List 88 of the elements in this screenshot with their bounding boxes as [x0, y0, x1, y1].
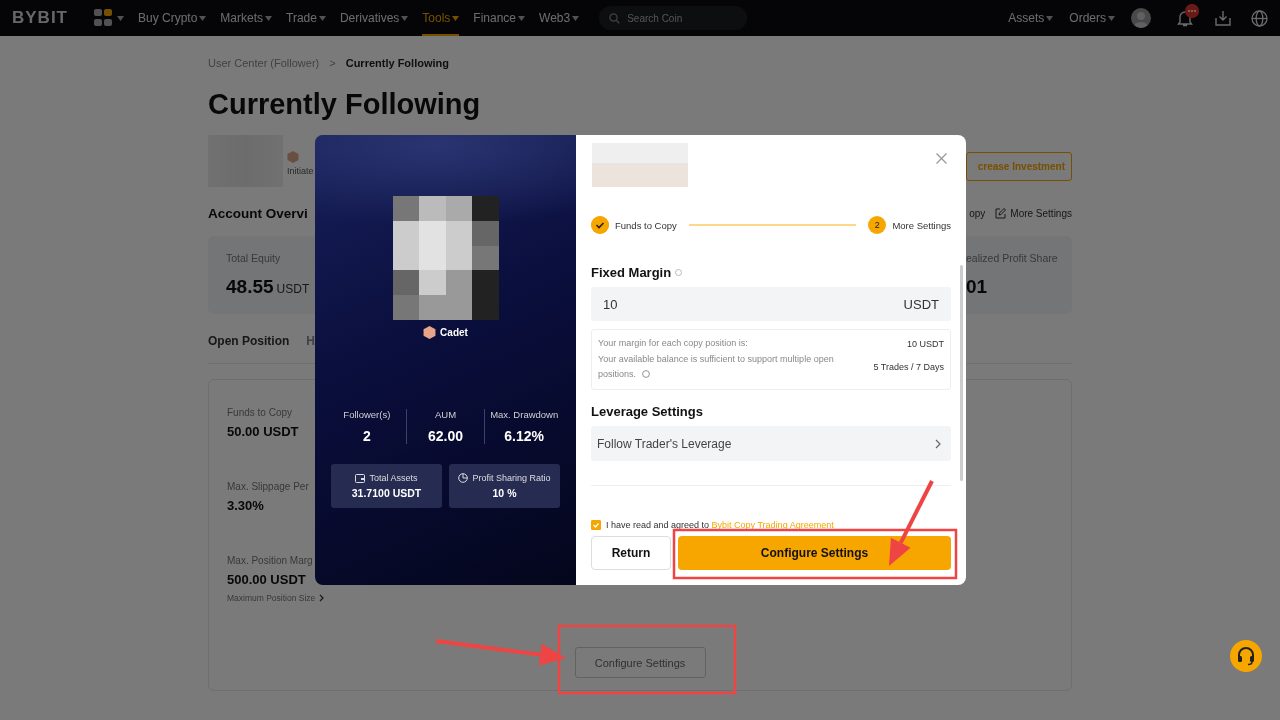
caret-icon	[117, 15, 124, 21]
tab[interactable]: H	[306, 334, 315, 350]
breadcrumb-separator: >	[329, 57, 336, 69]
notification-badge-icon	[1185, 3, 1199, 18]
caret-icon	[1108, 15, 1115, 21]
apps-grid-icon[interactable]	[94, 9, 114, 27]
rank-label: Initiate	[287, 166, 314, 176]
globe-icon[interactable]	[1251, 9, 1268, 27]
tile-value: 31.7100 USDT	[351, 487, 422, 499]
stat-label: Total Equity	[226, 252, 282, 264]
avatar-icon[interactable]	[1131, 8, 1151, 28]
logo: BYBIT	[12, 8, 68, 28]
caret-icon	[265, 15, 273, 21]
stat-value: 6.12%	[503, 428, 546, 444]
action-link[interactable]: More Settings	[995, 207, 1072, 219]
unit-label: USDT	[903, 297, 939, 312]
caret-icon	[401, 15, 409, 21]
step-label: More Settings	[892, 219, 951, 231]
caret-icon	[572, 15, 580, 21]
section-title: Account Overvi	[208, 205, 308, 221]
stat-value: 48.55	[226, 276, 274, 298]
stat-value: 01	[966, 276, 988, 298]
nav-menu-item[interactable]: Tools	[422, 0, 460, 36]
nav-menu-item[interactable]: Web3	[539, 0, 580, 36]
stat-label: Follower(s)	[342, 409, 392, 420]
stat-value: 2	[361, 428, 372, 444]
tab[interactable]: Open Position	[208, 334, 290, 350]
info-text: Your margin for each copy position is:	[598, 337, 749, 350]
nav-menu-item[interactable]: Finance	[473, 0, 526, 36]
position-size-link[interactable]: Maximum Position Size	[227, 593, 325, 603]
step-label: Funds to Copy	[615, 219, 677, 231]
info-value: 10 USDT	[907, 338, 944, 349]
checkbox[interactable]	[591, 520, 601, 530]
search-icon	[609, 12, 621, 24]
tile-label: Profit Sharing Ratio	[472, 473, 551, 483]
leverage-select[interactable]: Follow Trader's Leverage	[591, 426, 951, 461]
rank-badge-icon	[423, 326, 437, 339]
section-title: Leverage Settings	[591, 403, 703, 419]
nav-menu-item[interactable]: Assets	[1008, 0, 1054, 36]
field-value: 50.00 USDT	[227, 424, 299, 439]
stat-value: 62.00	[427, 428, 465, 444]
caret-icon	[199, 15, 207, 21]
section-title: Fixed Margin	[591, 264, 672, 280]
info-value: 5 Trades / 7 Days	[873, 362, 944, 372]
field-value: 3.30%	[227, 498, 265, 513]
action-link[interactable]: opy	[969, 207, 986, 219]
field-label: Max. Slippage Per	[227, 481, 309, 492]
close-icon[interactable]	[936, 153, 947, 164]
rank-label: Cadet	[440, 327, 468, 338]
chevron-right-icon	[319, 594, 325, 602]
stat-label: AUM	[433, 409, 458, 420]
wallet-icon	[355, 473, 366, 483]
tile-label: Total Assets	[369, 473, 418, 483]
configure-settings-button[interactable]: Configure Settings	[678, 536, 951, 570]
nav-menu-item[interactable]: Derivatives	[339, 0, 409, 36]
caret-icon	[518, 15, 526, 21]
agreement-link[interactable]: Bybit Copy Trading Agreement	[711, 520, 834, 530]
headset-icon[interactable]	[1230, 640, 1262, 672]
nav-menu-item[interactable]: Markets	[220, 0, 273, 36]
step-number: 2	[868, 216, 887, 234]
return-button[interactable]: Return	[591, 536, 671, 570]
nav-menu-item[interactable]: Orders	[1069, 0, 1115, 36]
search-field[interactable]: Search Coin	[599, 6, 748, 30]
help-icon	[641, 370, 650, 378]
nav-menu-item[interactable]: Trade	[286, 0, 326, 36]
download-icon[interactable]	[1215, 10, 1231, 26]
tile-value: 10 %	[492, 487, 517, 499]
field-value: 500.00 USDT	[227, 572, 307, 587]
pie-chart-icon	[458, 473, 469, 483]
caret-icon	[452, 15, 460, 21]
agreement-text: I have read and agreed to Bybit Copy Trading Agreement	[606, 520, 834, 530]
configure-settings-button[interactable]: Configure Settings	[574, 647, 706, 678]
field-label: Max. Position Marg	[227, 555, 314, 566]
edit-icon	[995, 207, 1007, 219]
info-text: Your available balance is sufficient to support multiple open positions.	[598, 353, 835, 381]
breadcrumb-link[interactable]: User Center (Follower)	[208, 57, 320, 69]
page-title: Currently Following	[208, 87, 482, 122]
rank-badge-icon	[287, 151, 299, 163]
help-icon	[675, 268, 683, 276]
stat-label: Max. Drawdown	[489, 409, 560, 420]
field-label: Funds to Copy	[227, 407, 294, 418]
nav-menu-item[interactable]: Buy Crypto	[138, 0, 207, 36]
bell-icon[interactable]	[1177, 9, 1193, 27]
stat-unit: USDT	[276, 282, 310, 296]
caret-icon	[318, 15, 326, 21]
chevron-right-icon	[935, 438, 941, 449]
caret-icon	[1046, 15, 1054, 21]
breadcrumb-link[interactable]: Currently Following	[345, 57, 449, 69]
